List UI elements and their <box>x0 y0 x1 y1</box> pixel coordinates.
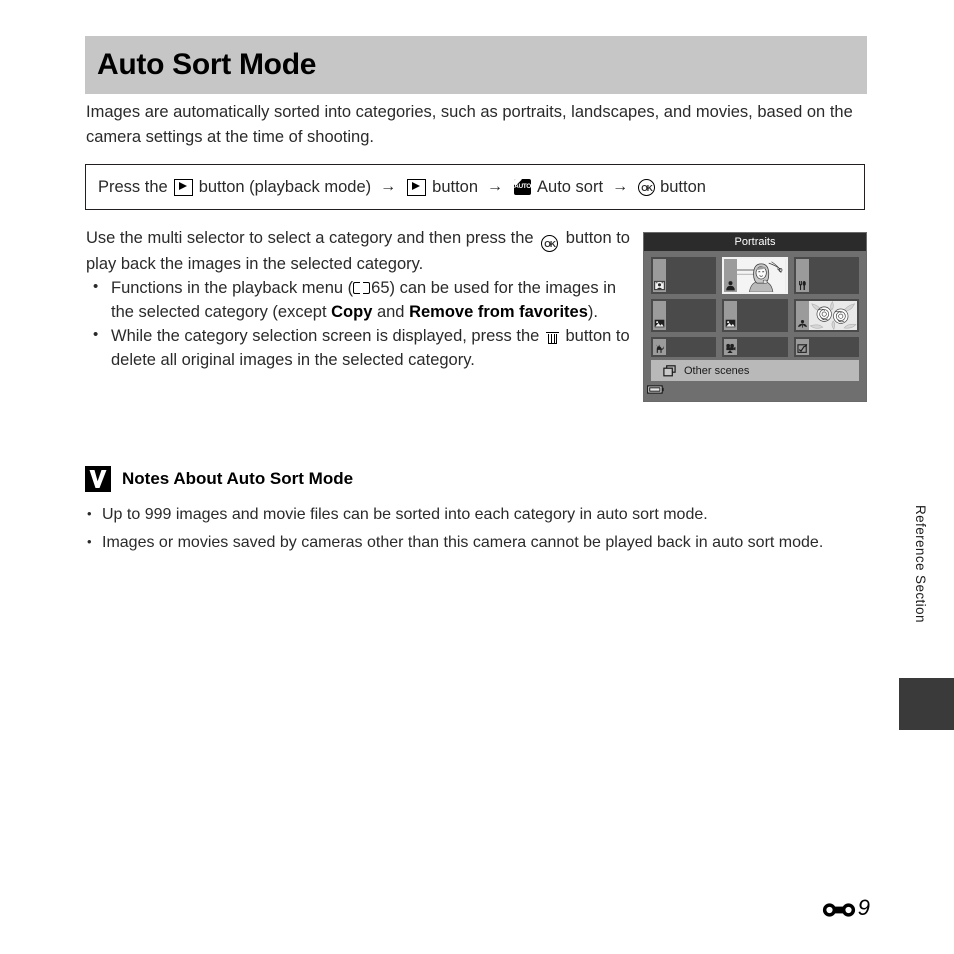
bullet-glyph: • <box>87 506 92 521</box>
reference-section-mark-svg <box>822 903 855 917</box>
battery-icon <box>647 381 664 394</box>
portrait-person-icon <box>726 281 736 291</box>
category-icon-strip <box>653 259 666 293</box>
category-thumbnail <box>666 301 715 331</box>
nav-press-the-label: Press the <box>98 177 168 196</box>
category-thumbnail <box>737 339 786 355</box>
cell-smart-portrait[interactable] <box>651 257 717 295</box>
nav-button-playback-mode-label: button (playback mode) <box>198 177 372 196</box>
notes-heading-row: Notes About Auto Sort Mode <box>85 466 865 492</box>
bullet-2-part1: While the category selection screen is d… <box>111 326 544 345</box>
cell-close-ups[interactable] <box>793 299 859 333</box>
list-item: • Images or movies saved by cameras othe… <box>85 531 865 555</box>
flower-photo-illustration <box>808 301 857 331</box>
camera-footer-other-scenes[interactable]: Other scenes <box>651 360 859 381</box>
category-icon-strip <box>653 301 666 331</box>
multiple-frames-icon-svg <box>663 364 676 376</box>
arrow-right-icon-2: → <box>487 178 504 195</box>
category-icon-strip <box>795 301 809 331</box>
nav-auto-sort-label: Auto sort <box>537 177 604 196</box>
cell-scenery[interactable] <box>722 299 788 333</box>
ok-button-icon-inline: OK <box>541 234 559 252</box>
category-thumbnail <box>737 301 786 331</box>
playback-button-icon <box>173 178 193 196</box>
cell-pet-portrait[interactable] <box>651 337 717 357</box>
cell-food[interactable] <box>793 257 859 295</box>
multiple-frames-icon <box>663 364 676 377</box>
category-icon-strip <box>795 339 809 355</box>
manual-book-icon <box>353 281 371 294</box>
portrait-photo-illustration <box>737 259 786 293</box>
cell-landscape[interactable] <box>651 299 717 333</box>
caution-check-icon-svg <box>89 470 107 488</box>
lead-text-pre: Use the multi selector to select a categ… <box>86 229 534 247</box>
bullet-1-bold-copy: Copy <box>331 302 373 321</box>
bullet-glyph: • <box>93 325 99 343</box>
category-thumbnail <box>808 259 857 293</box>
intro-paragraph: Images are automatically sorted into cat… <box>86 103 853 146</box>
page-number-footer: 9 <box>822 895 870 921</box>
landscape-icon <box>726 319 736 328</box>
category-grid <box>644 251 866 360</box>
list-item: • Functions in the playback menu (65) ca… <box>86 276 631 324</box>
caution-check-icon <box>85 466 111 492</box>
bullet-1-part3: and <box>372 302 410 321</box>
notes-list: • Up to 999 images and movie files can b… <box>85 503 865 555</box>
bullet-glyph: • <box>87 534 92 549</box>
page-number: 9 <box>857 895 870 920</box>
delete-trash-icon <box>545 329 559 344</box>
arrow-right-icon: → <box>380 178 397 195</box>
body-text-column: Use the multi selector to select a categ… <box>86 226 631 372</box>
arrow-right-icon-3: → <box>612 178 629 195</box>
bullet-1-part1: Functions in the playback menu ( <box>111 278 354 297</box>
cell-portraits[interactable] <box>722 257 788 295</box>
flower-macro-icon <box>797 320 807 328</box>
playback-button-icon-2 <box>407 178 427 196</box>
page-title: Auto Sort Mode <box>97 48 317 81</box>
pet-cat-icon <box>656 344 665 353</box>
bullet-glyph: • <box>93 277 99 295</box>
note-text: Up to 999 images and movie files can be … <box>102 506 708 523</box>
category-thumbnail <box>666 259 715 293</box>
ok-button-icon: OK <box>638 178 656 196</box>
cell-movies[interactable] <box>722 337 788 357</box>
side-label-reference-section: Reference Section <box>913 505 928 623</box>
category-thumbnail-flower-photo <box>808 301 857 331</box>
category-icon-strip <box>724 301 738 331</box>
nav-button-label-2: button <box>432 177 479 196</box>
battery-icon-svg <box>647 385 664 394</box>
landscape-icon <box>654 319 665 328</box>
camera-footer-label: Other scenes <box>684 364 750 377</box>
notes-section: Notes About Auto Sort Mode • Up to 999 i… <box>85 466 865 559</box>
page-header-bar: Auto Sort Mode <box>85 36 867 94</box>
category-thumbnail-portrait-photo <box>737 259 786 293</box>
cell-retouched-copies[interactable] <box>793 337 859 357</box>
auto-sort-icon: AUTO <box>514 179 532 195</box>
retouch-icon <box>797 343 807 353</box>
movie-camera-icon <box>726 343 736 354</box>
camera-screen-mockup: Portraits Other scenes <box>643 232 867 402</box>
nav-button-label-3: button <box>660 177 706 196</box>
body-bullet-list: • Functions in the playback menu (65) ca… <box>86 276 631 372</box>
bullet-1-part4: ). <box>587 302 598 321</box>
category-thumbnail <box>808 339 857 355</box>
list-item: • While the category selection screen is… <box>86 324 631 372</box>
navigation-path-text: Press the button (playback mode) → butto… <box>86 178 708 197</box>
category-icon-strip <box>653 339 666 355</box>
note-text: Images or movies saved by cameras other … <box>102 534 824 551</box>
lead-paragraph: Use the multi selector to select a categ… <box>86 226 631 276</box>
list-item: • Up to 999 images and movie files can b… <box>85 503 865 527</box>
side-tab-marker <box>899 678 954 730</box>
smart-portrait-icon <box>654 281 665 291</box>
navigation-path-box: Press the button (playback mode) → butto… <box>85 164 865 210</box>
bullet-1-bold-remove-from-favorites: Remove from favorites <box>409 302 588 321</box>
category-icon-strip <box>724 259 738 293</box>
food-icon <box>798 281 806 291</box>
reference-section-mark-icon <box>822 899 856 917</box>
category-thumbnail <box>666 339 715 355</box>
notes-heading: Notes About Auto Sort Mode <box>122 469 354 488</box>
category-icon-strip <box>795 259 809 293</box>
category-icon-strip <box>724 339 738 355</box>
camera-screen-title: Portraits <box>644 233 866 251</box>
